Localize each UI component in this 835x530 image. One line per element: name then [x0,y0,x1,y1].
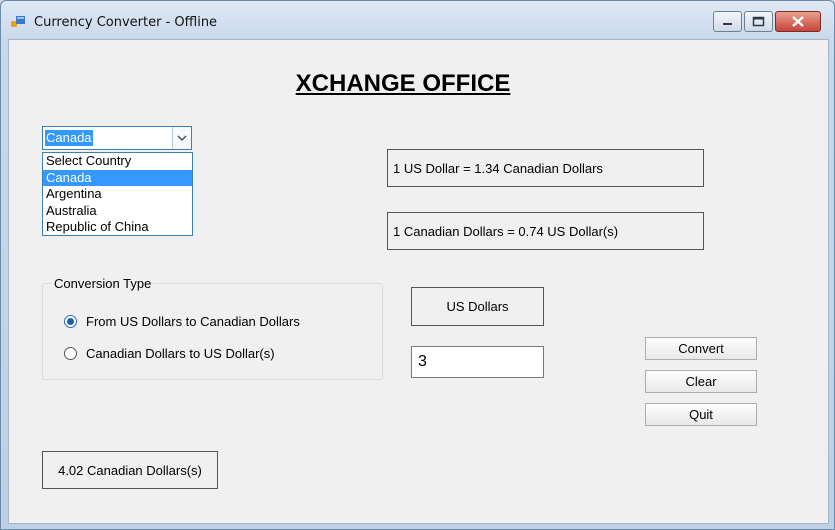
radio-usd-to-cad[interactable]: From US Dollars to Canadian Dollars [64,314,300,329]
radio-checked-icon [64,315,77,328]
minimize-icon [723,23,732,25]
country-select-value: Canada [45,130,93,146]
input-unit-label: US Dollars [411,287,544,326]
country-option-argentina[interactable]: Argentina [43,186,192,203]
minimize-button[interactable] [713,11,742,32]
country-option-republic-of-china[interactable]: Republic of China [43,219,192,236]
country-option-select-country[interactable]: Select Country [43,153,192,170]
maximize-button[interactable] [744,11,773,32]
close-icon [792,16,804,27]
conversion-type-group [42,283,383,380]
radio-cad-to-usd-label: Canadian Dollars to US Dollar(s) [86,346,275,361]
country-dropdown-list: Select Country Canada Argentina Australi… [42,152,193,236]
amount-input[interactable]: 3 [411,346,544,378]
conversion-type-label: Conversion Type [52,276,154,291]
clear-button[interactable]: Clear [645,370,757,393]
window-title: Currency Converter - Offline [34,15,218,30]
forward-rate-label: 1 US Dollar = 1.34 Canadian Dollars [387,149,704,187]
title-bar: Currency Converter - Offline [1,1,834,39]
chevron-down-icon [177,135,187,141]
radio-unchecked-icon [64,347,77,360]
quit-button[interactable]: Quit [645,403,757,426]
app-window: Currency Converter - Offline XCHANGE OFF… [0,0,835,530]
maximize-icon [752,16,765,27]
country-select[interactable]: Canada [42,126,192,150]
convert-button[interactable]: Convert [645,337,757,360]
radio-usd-to-cad-label: From US Dollars to Canadian Dollars [86,314,300,329]
dropdown-toggle[interactable] [172,127,191,149]
country-option-canada[interactable]: Canada [43,169,192,186]
radio-cad-to-usd[interactable]: Canadian Dollars to US Dollar(s) [64,346,275,361]
client-area: XCHANGE OFFICE Canada Select Country Can… [8,39,829,524]
app-window-icon [11,16,25,27]
result-label: 4.02 Canadian Dollars(s) [42,451,218,489]
country-option-australia[interactable]: Australia [43,203,192,220]
page-title: XCHANGE OFFICE [295,70,511,97]
close-button[interactable] [775,11,821,32]
reverse-rate-label: 1 Canadian Dollars = 0.74 US Dollar(s) [387,212,704,250]
